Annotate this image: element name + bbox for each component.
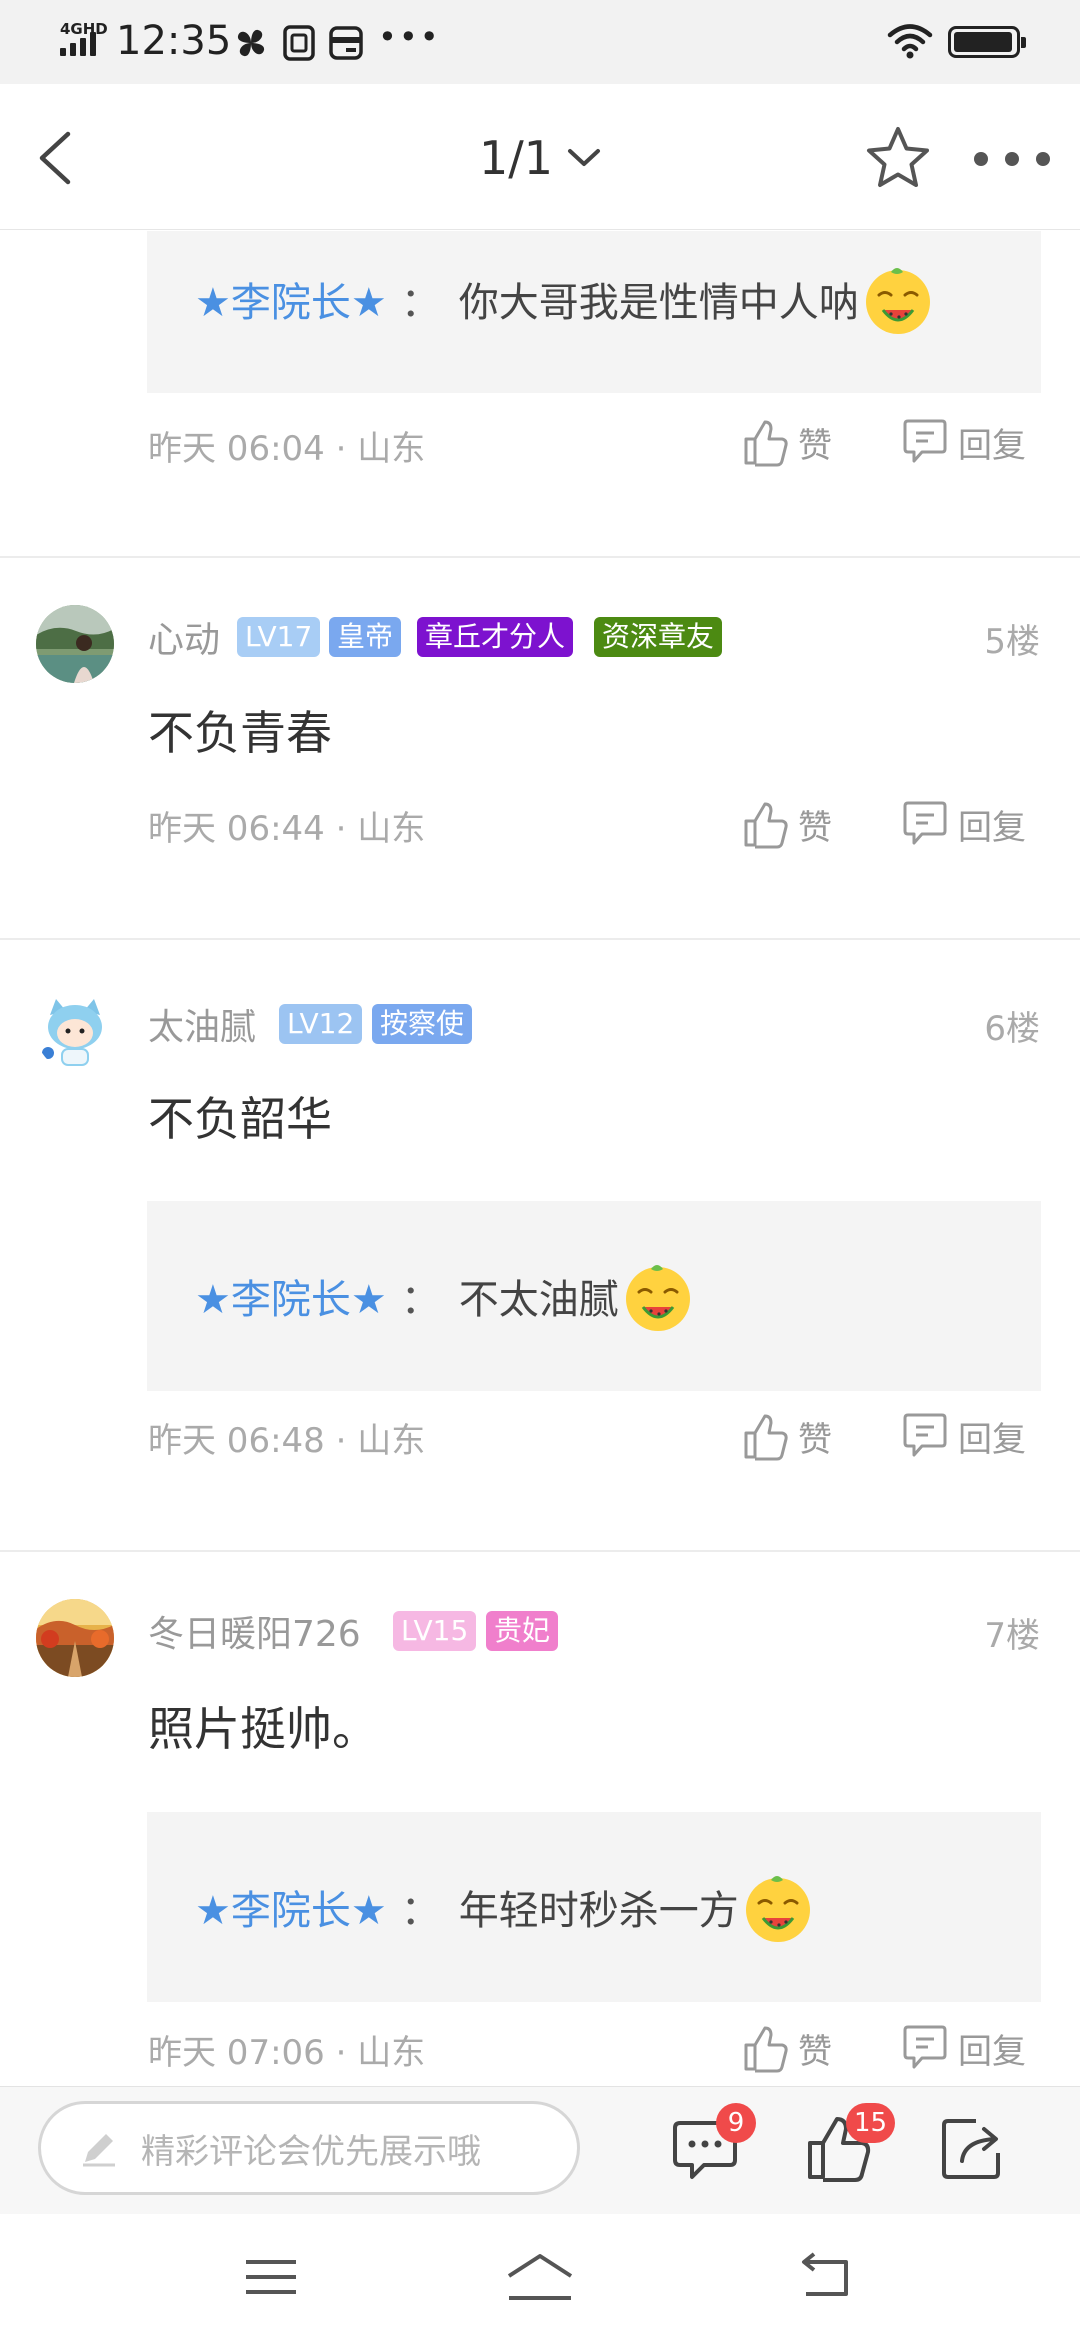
- reply-label: 回复: [958, 807, 1026, 848]
- reply-text: 年轻时秒杀一方: [458, 1888, 739, 1934]
- floor-number: 7楼: [984, 1616, 1040, 1656]
- like-button[interactable]: 赞: [742, 417, 832, 467]
- comment-meta: 昨天 06:04 · 山东: [148, 429, 426, 469]
- comment-text: 不负韶华: [148, 1092, 332, 1146]
- like-post-button[interactable]: 15: [800, 2103, 896, 2189]
- card-icon: [329, 26, 363, 60]
- comment-meta: 昨天 06:44 · 山东: [148, 809, 426, 849]
- thumbs-up-icon: [744, 420, 788, 467]
- comment-input-placeholder: 精彩评论会优先展示哦: [141, 2131, 481, 2172]
- comment-text: 照片挺帅。: [148, 1702, 378, 1756]
- pinwheel-icon: [237, 29, 265, 57]
- status-overflow: •••: [378, 18, 441, 56]
- reply-label: 回复: [958, 1419, 1026, 1460]
- reply-author[interactable]: ★李院长★: [195, 1267, 387, 1325]
- comment-meta: 昨天 06:48 · 山东: [148, 1421, 426, 1461]
- floor-number: 5楼: [984, 622, 1040, 662]
- like-button[interactable]: 赞: [742, 1411, 832, 1461]
- reply-label: 回复: [958, 2031, 1026, 2072]
- username[interactable]: 冬日暖阳726: [148, 1605, 361, 1657]
- comment-count-badge: 9: [716, 2103, 756, 2143]
- comments-button[interactable]: 9: [666, 2103, 756, 2189]
- thumbs-up-icon: [744, 802, 788, 849]
- home-icon[interactable]: [505, 2250, 575, 2304]
- title-badge: 按察使: [372, 1004, 473, 1044]
- system-nav-bar: [0, 2214, 1080, 2340]
- divider: [0, 1550, 1080, 1552]
- back-nav-icon[interactable]: [790, 2250, 860, 2304]
- username[interactable]: 太油腻: [148, 998, 256, 1050]
- username[interactable]: 心动: [148, 611, 220, 663]
- divider: [0, 938, 1080, 940]
- network-indicator: 4GHD: [58, 20, 108, 60]
- reply-text: 你大哥我是性情中人呐: [458, 280, 859, 326]
- comment-icon: [903, 801, 947, 845]
- level-badge: LV17: [237, 617, 321, 657]
- eating-watermelon-emoji: [745, 1876, 810, 1942]
- reply-author[interactable]: ★李院长★: [195, 270, 387, 328]
- title-badge: 资深章友: [594, 617, 723, 657]
- page-indicator-label: 1/1: [478, 131, 554, 185]
- reply-button[interactable]: 回复: [902, 799, 1026, 849]
- top-bar: 1/1: [0, 84, 1080, 230]
- comment-input[interactable]: 精彩评论会优先展示哦: [38, 2101, 580, 2195]
- like-count-badge: 15: [846, 2103, 896, 2143]
- pencil-icon: [83, 2134, 115, 2167]
- title-badge: 皇帝: [329, 617, 402, 657]
- back-icon[interactable]: [30, 126, 90, 190]
- reply-button[interactable]: 回复: [902, 1411, 1026, 1461]
- reply-box[interactable]: ★李院长★ ： 不太油腻: [147, 1201, 1041, 1391]
- reply-button[interactable]: 回复: [902, 417, 1026, 467]
- battery-icon: [948, 26, 1026, 58]
- floor-number: 6楼: [984, 1009, 1040, 1049]
- like-label: 赞: [798, 1419, 832, 1460]
- like-label: 赞: [798, 2031, 832, 2072]
- sim-icon: [283, 25, 315, 61]
- like-label: 赞: [798, 425, 832, 466]
- like-label: 赞: [798, 807, 832, 848]
- avatar[interactable]: [36, 1599, 114, 1677]
- share-icon: [942, 2119, 1000, 2179]
- divider: [0, 556, 1080, 558]
- page-indicator[interactable]: 1/1: [440, 128, 640, 188]
- like-button[interactable]: 赞: [742, 799, 832, 849]
- avatar[interactable]: [36, 605, 114, 683]
- status-bar: 4GHD 12:35 •••: [0, 0, 1080, 84]
- reply-label: 回复: [958, 425, 1026, 466]
- network-label: 4GHD: [60, 20, 108, 38]
- level-badge: LV12: [279, 1004, 363, 1044]
- chevron-down-icon: [568, 149, 601, 166]
- thumbs-up-icon: [744, 1414, 788, 1461]
- share-button[interactable]: [932, 2109, 1012, 2189]
- comment-icon: [903, 419, 947, 463]
- eating-watermelon-emoji: [625, 1265, 690, 1331]
- wifi-icon: [887, 24, 933, 59]
- avatar[interactable]: [36, 993, 114, 1071]
- star-icon[interactable]: [864, 124, 932, 192]
- like-button[interactable]: 赞: [742, 2023, 832, 2073]
- title-badge: 贵妃: [486, 1611, 559, 1651]
- comment-bar: 精彩评论会优先展示哦 9 15: [0, 2086, 1080, 2214]
- menu-icon[interactable]: [236, 2250, 306, 2304]
- reply-author[interactable]: ★李院长★: [195, 1878, 387, 1936]
- eating-watermelon-emoji: [865, 268, 930, 334]
- comment-list: ★李院长★ ： 你大哥我是性情中人呐 昨天 06:04 · 山东 赞 回复 心动…: [0, 231, 1080, 2086]
- reply-text: 不太油腻: [458, 1277, 619, 1323]
- comment-meta: 昨天 07:06 · 山东: [148, 2033, 426, 2073]
- title-badge: 章丘才分人: [417, 617, 574, 657]
- more-icon[interactable]: [974, 144, 1050, 174]
- clock: 12:35: [116, 18, 232, 64]
- reply-box[interactable]: ★李院长★ ： 年轻时秒杀一方: [147, 1812, 1041, 2002]
- thumbs-up-icon: [744, 2026, 788, 2073]
- comment-icon: [903, 2025, 947, 2069]
- level-badge: LV15: [393, 1611, 477, 1651]
- comment-icon: [903, 1413, 947, 1457]
- comment-text: 不负青春: [148, 706, 332, 760]
- reply-box[interactable]: ★李院长★ ： 你大哥我是性情中人呐: [147, 231, 1041, 393]
- reply-button[interactable]: 回复: [902, 2023, 1026, 2073]
